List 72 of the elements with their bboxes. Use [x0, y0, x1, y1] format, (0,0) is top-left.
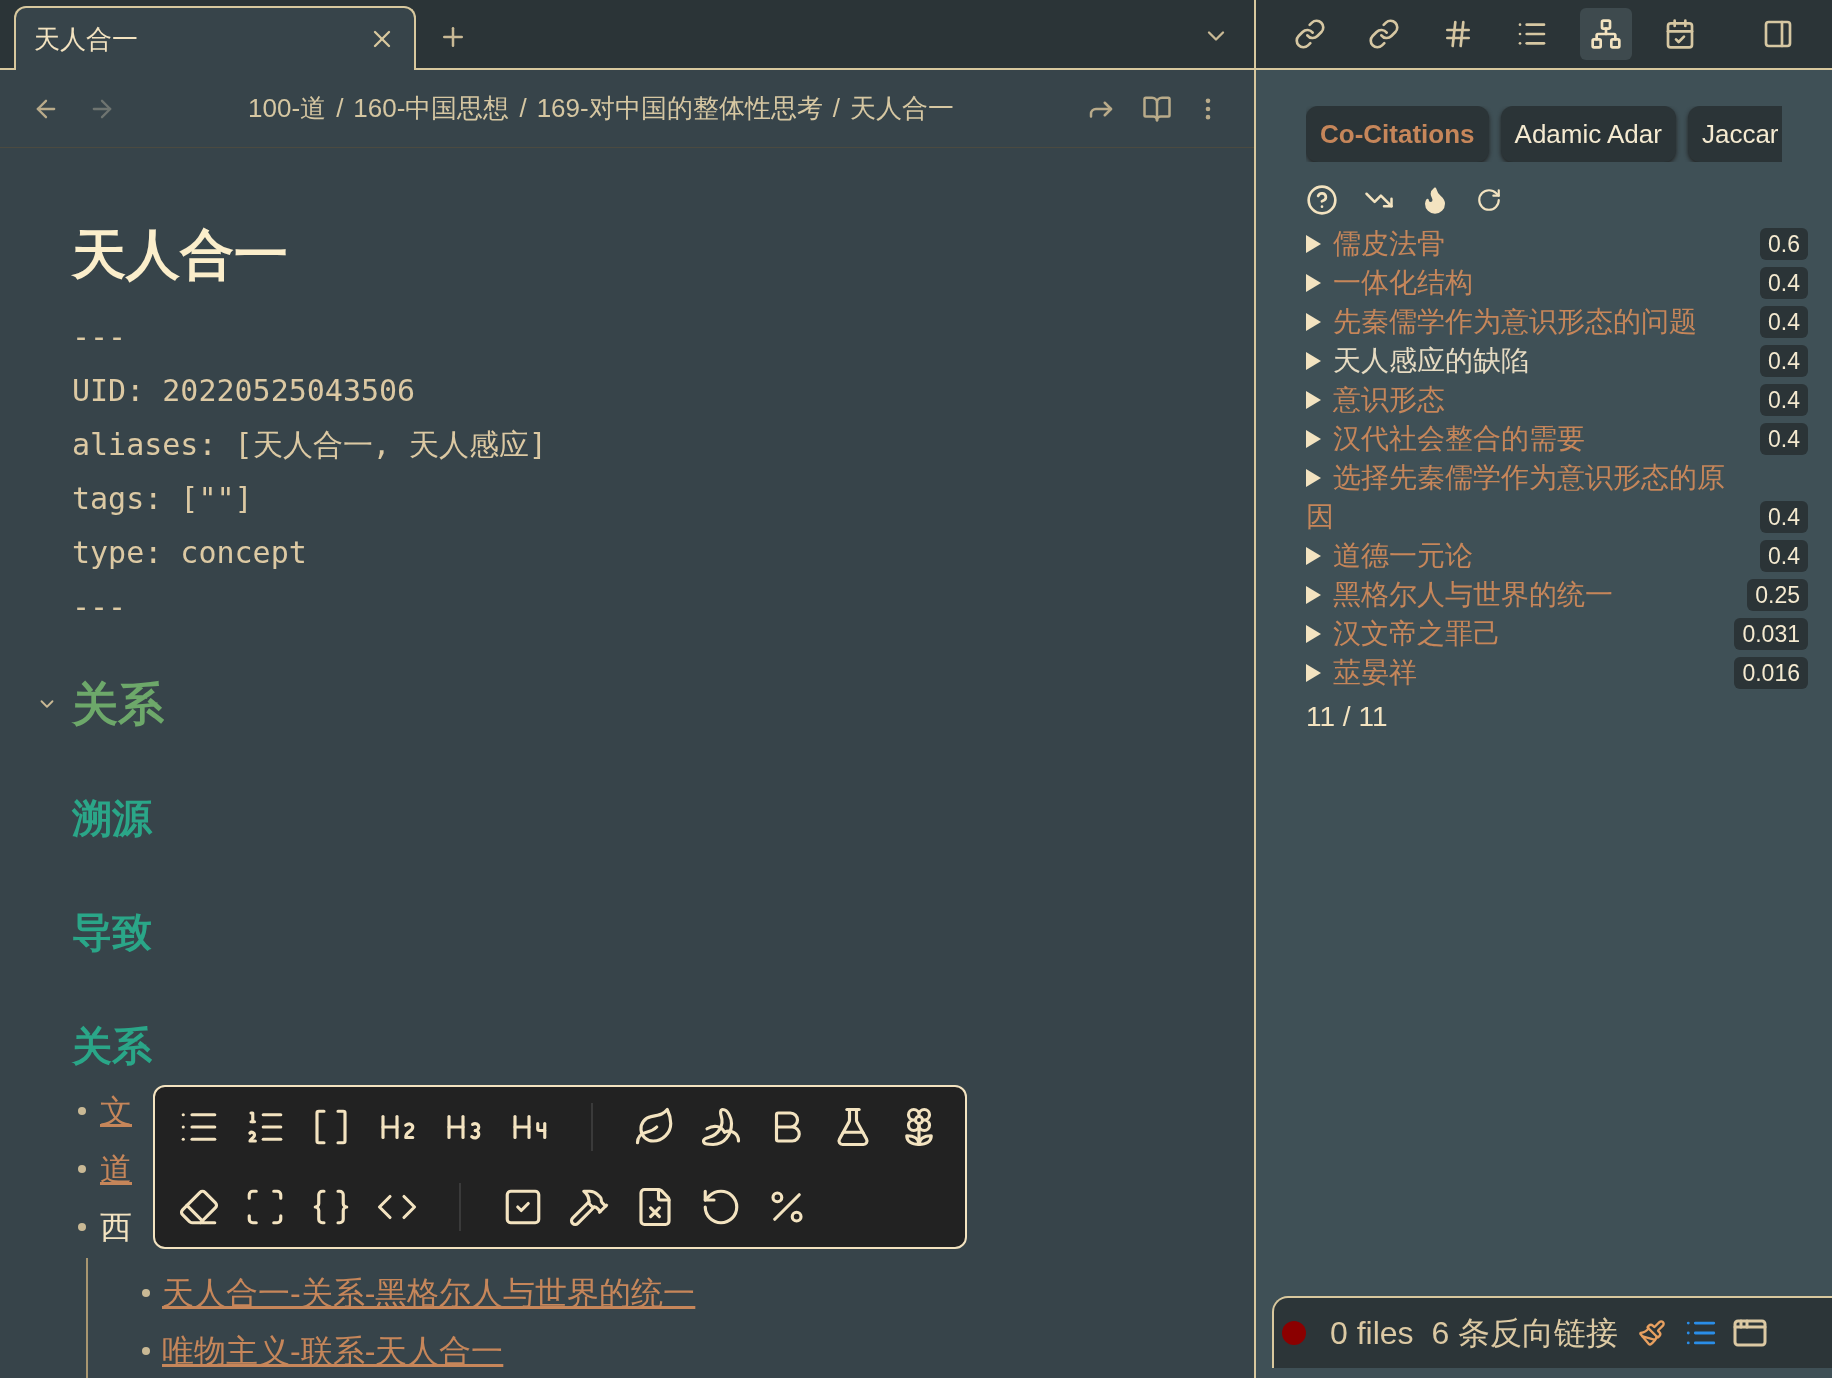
backlink-count: 6 条反向链接	[1431, 1314, 1619, 1353]
note-link[interactable]: 唯物主义-联系-天人合一	[162, 1332, 504, 1370]
score-badge: 0.031	[1734, 618, 1808, 650]
bullet-icon	[78, 1223, 86, 1231]
score-badge: 0.4	[1760, 501, 1808, 533]
score-badge: 0.4	[1760, 306, 1808, 338]
result-link[interactable]: 一体化结构	[1306, 263, 1728, 302]
expand-triangle-icon[interactable]	[1306, 274, 1321, 292]
result-link[interactable]: 意识形态	[1306, 380, 1728, 419]
breadcrumb-separator: /	[519, 92, 527, 125]
frontmatter-line: ---	[72, 588, 127, 626]
note-title: 天人合一	[72, 223, 289, 286]
result-link[interactable]: 先秦儒学作为意识形态的问题	[1306, 302, 1728, 341]
subsection-heading: 溯源	[72, 795, 154, 842]
bullet-icon	[142, 1347, 150, 1355]
expand-triangle-icon[interactable]	[1306, 235, 1321, 253]
note-link[interactable]: 天人合一-关系-黑格尔人与世界的统一	[162, 1274, 696, 1312]
bullet-icon	[142, 1289, 150, 1297]
note-link[interactable]: 文	[100, 1092, 132, 1130]
result-count: 11 / 11	[1306, 700, 1388, 734]
expand-triangle-icon[interactable]	[1306, 664, 1321, 682]
expand-triangle-icon[interactable]	[1306, 313, 1321, 331]
list-item-text: 西	[100, 1208, 132, 1246]
expand-triangle-icon[interactable]	[1306, 625, 1321, 643]
result-link[interactable]: 天人感应的缺陷	[1306, 341, 1728, 380]
section-heading: 关系	[72, 677, 164, 732]
frontmatter-line: ---	[72, 318, 127, 356]
score-badge: 0.4	[1760, 384, 1808, 416]
file-tab[interactable]: 天人合一	[14, 6, 416, 70]
expand-triangle-icon[interactable]	[1306, 352, 1321, 370]
result-link[interactable]: 儒皮法骨	[1306, 224, 1728, 263]
score-badge: 0.25	[1747, 579, 1808, 611]
paintbrush-icon[interactable]	[1638, 1319, 1667, 1347]
expand-triangle-icon[interactable]	[1306, 430, 1321, 448]
score-badge: 0.4	[1760, 267, 1808, 299]
breadcrumb-item[interactable]: 天人合一	[849, 89, 954, 128]
file-count: 0 files	[1330, 1314, 1414, 1353]
subsection-heading: 导致	[72, 909, 153, 956]
expand-triangle-icon[interactable]	[1306, 547, 1321, 565]
frontmatter-line: tags: [""]	[72, 480, 253, 518]
frontmatter-line: aliases: [天人合一, 天人感应]	[72, 426, 547, 464]
result-link[interactable]: 莁晏祥	[1306, 653, 1728, 692]
result-link[interactable]: 黑格尔人与世界的统一	[1306, 575, 1728, 614]
breadcrumb-separator: /	[832, 92, 840, 125]
algorithm-tab[interactable]: Adamic Adar	[1500, 106, 1676, 162]
score-badge: 0.6	[1760, 228, 1808, 260]
expand-triangle-icon[interactable]	[1306, 469, 1321, 487]
breadcrumb-item[interactable]: 169-对中国的整体性思考	[536, 89, 823, 128]
breadcrumb-item[interactable]: 100-道	[248, 89, 327, 128]
bullet-icon	[78, 1165, 86, 1173]
note-link[interactable]: 道	[100, 1150, 132, 1188]
frontmatter-line: UID: 20220525043506	[72, 372, 416, 410]
expand-triangle-icon[interactable]	[1306, 391, 1321, 409]
score-badge: 0.4	[1760, 345, 1808, 377]
expand-triangle-icon[interactable]	[1306, 586, 1321, 604]
score-badge: 0.016	[1734, 657, 1808, 689]
graph-icon[interactable]	[1580, 8, 1632, 60]
algorithm-tab[interactable]: Jaccar	[1687, 106, 1782, 162]
help-icon[interactable]	[1306, 184, 1338, 216]
refresh-icon[interactable]	[1476, 187, 1502, 213]
score-badge: 0.4	[1760, 423, 1808, 455]
result-link[interactable]: 选择先秦儒学作为意识形态的原因	[1306, 458, 1728, 536]
breadcrumb-item[interactable]: 160-中国思想	[353, 89, 510, 128]
result-link[interactable]: 汉代社会整合的需要	[1306, 419, 1728, 458]
result-link[interactable]: 道德一元论	[1306, 536, 1728, 575]
bullet-icon	[78, 1107, 86, 1115]
result-link[interactable]: 汉文帝之罪己	[1306, 614, 1728, 653]
breadcrumb-separator: /	[336, 92, 344, 125]
subsection-heading: 关系	[72, 1023, 153, 1070]
score-badge: 0.4	[1760, 540, 1808, 572]
frontmatter-line: type: concept	[72, 534, 307, 572]
algorithm-tab[interactable]: Co-Citations	[1306, 106, 1489, 162]
